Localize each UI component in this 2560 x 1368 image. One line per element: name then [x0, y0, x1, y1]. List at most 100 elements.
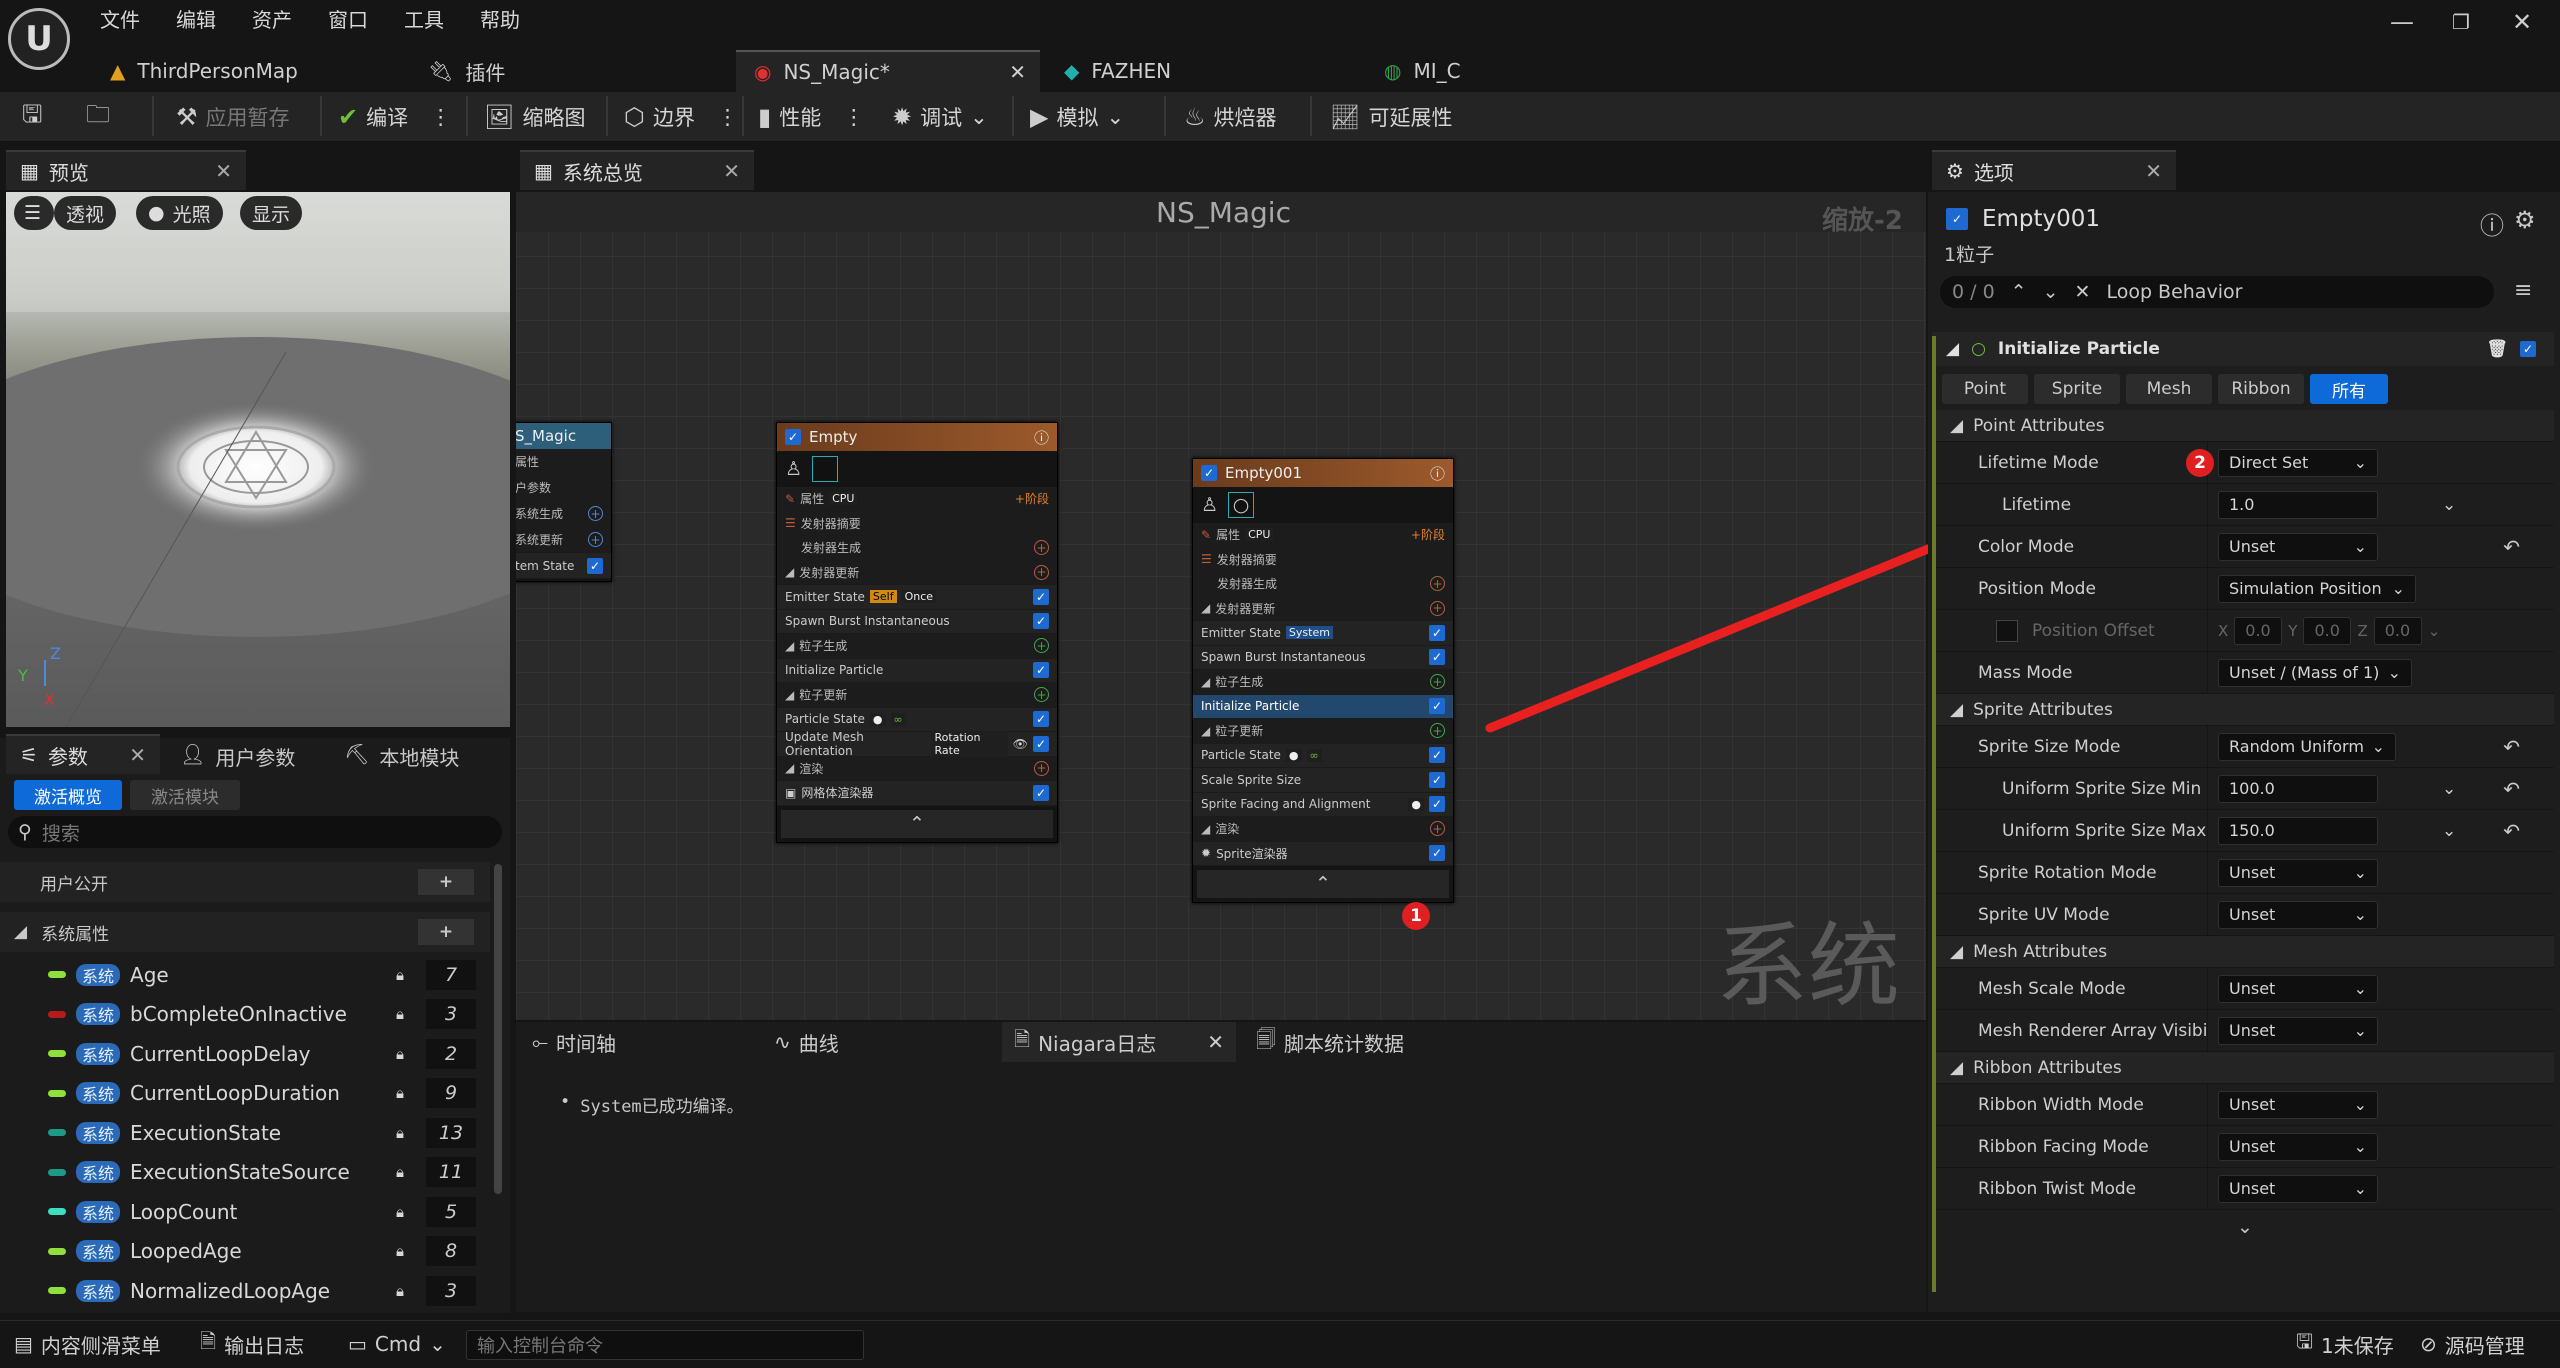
lifetime-input[interactable]: 1.0 [2218, 490, 2378, 519]
filter-active-modules[interactable]: 激活模块 [130, 780, 240, 810]
param-row[interactable]: 系统 Age 🔒︎ 7 [0, 955, 490, 995]
module-row[interactable]: 网格体渲染器 [801, 784, 873, 801]
clear-search-icon[interactable]: ✕ [2075, 281, 2091, 303]
module-row[interactable]: Particle State [1201, 748, 1281, 762]
param-row[interactable]: 系统 CurrentLoopDelay 🔒︎ 2 [0, 1034, 490, 1074]
filter-icon[interactable]: ≡ [2514, 278, 2532, 303]
restore-icon[interactable]: ❐ [2452, 10, 2470, 34]
emitter-node-empty[interactable]: ✓ Empty ⓘ ♙ ✎ 属性 CPU +阶段 ☰ 发射器摘要 发射器生成 + ◢ 发射器更新… [776, 422, 1058, 843]
sprite-uv-dropdown[interactable]: Unset ⌄ [2218, 900, 2378, 929]
chevron-down-icon[interactable]: ⌄ [2442, 821, 2456, 841]
collapse-node-button[interactable]: ⌃ [781, 809, 1053, 838]
gear-icon[interactable]: ⚙︎ [2514, 206, 2536, 234]
output-log-button[interactable]: 🗎︎ 输出日志 [200, 1328, 304, 1360]
simulate-button[interactable]: ▶ 模拟 ⌄ [1030, 98, 1124, 136]
enable-checkbox[interactable]: ✓ [785, 429, 801, 445]
mass-mode-dropdown[interactable]: Unset / (Mass of 1) ⌄ [2218, 658, 2412, 687]
offset-x-input[interactable]: 0.0 [2234, 616, 2283, 645]
add-module-icon[interactable]: + [1034, 540, 1049, 556]
preview-viewport[interactable] [6, 192, 510, 727]
eye-icon[interactable]: 👁︎ [1013, 737, 1028, 751]
baker-button[interactable]: ♨ 烘焙器 [1184, 98, 1277, 136]
tab-local-modules[interactable]: ⛏︎ 本地模块 [344, 742, 459, 771]
enable-checkbox[interactable]: ✓ [1033, 613, 1049, 630]
chevron-down-icon[interactable]: ⌄ [2442, 779, 2456, 799]
enable-checkbox[interactable]: ✓ [1429, 845, 1445, 862]
module-row[interactable]: Sprite渲染器 [1216, 845, 1288, 862]
param-row[interactable]: 系统 NormalizedLoopAge 🔒︎ 3 [0, 1271, 490, 1311]
collapse-node-button[interactable]: ⌃ [1197, 870, 1449, 898]
perf-button[interactable]: ▮ 性能 ⋮ [758, 98, 864, 136]
lit-button[interactable]: ● 光照 [136, 196, 223, 230]
apply-button[interactable]: ⚒ 应用暂存 [176, 98, 290, 136]
debug-button[interactable]: ✹ 调试 ⌄ [892, 98, 988, 136]
module-row[interactable]: Emitter State [785, 590, 865, 604]
details-search[interactable]: 0 / 0 ⌃ ⌄ ✕ Loop Behavior [1940, 276, 2494, 308]
tab-preview[interactable]: ▦ 预览 ✕ [6, 150, 246, 190]
color-mode-dropdown[interactable]: Unset ⌄ [2218, 532, 2378, 561]
add-module-icon[interactable]: + [588, 506, 603, 521]
sprite-rotation-dropdown[interactable]: Unset ⌄ [2218, 858, 2378, 887]
enable-checkbox[interactable]: ✓ [587, 557, 603, 574]
minimize-icon[interactable]: — [2390, 8, 2414, 36]
add-module-icon[interactable]: + [1034, 638, 1049, 654]
category-sprite[interactable]: ◢ Sprite Attributes [1936, 694, 2554, 726]
position-mode-dropdown[interactable]: Simulation Position ⌄ [2218, 574, 2416, 603]
reset-icon[interactable]: ↶ [2503, 535, 2520, 559]
mesh-scale-dropdown[interactable]: Unset ⌄ [2218, 974, 2378, 1003]
trash-icon[interactable]: 🗑︎ [2486, 339, 2508, 359]
param-row[interactable]: 系统 CurrentLoopDuration 🔒︎ 9 [0, 1074, 490, 1114]
module-header[interactable]: ◢ ○ Initialize Particle 🗑︎ ✓ [1932, 332, 2554, 366]
enable-checkbox[interactable]: ✓ [1033, 588, 1049, 605]
unreal-logo[interactable]: U [8, 8, 70, 70]
offset-y-input[interactable]: 0.0 [2303, 616, 2352, 645]
chevron-down-icon[interactable]: ⌄ [2442, 495, 2456, 515]
category-mesh[interactable]: ◢ Mesh Attributes [1936, 936, 2554, 968]
add-button[interactable]: + [418, 869, 474, 895]
module-row[interactable]: Update Mesh Orientation [785, 730, 926, 758]
add-module-icon[interactable]: + [1034, 564, 1049, 580]
browse-button[interactable]: 🗀︎ [86, 98, 110, 136]
module-row[interactable]: Spawn Burst Instantaneous [785, 614, 950, 628]
more-options-icon[interactable]: ⋮ [717, 105, 738, 129]
system-attributes-section[interactable]: ◢ 系统属性 + [0, 912, 490, 952]
stage-button[interactable]: +阶段 [1411, 526, 1445, 543]
menu-help[interactable]: 帮助 [480, 4, 520, 33]
viewport-menu-button[interactable]: ☰ [14, 196, 54, 230]
tab-ns-magic[interactable]: ◉ NS_Magic* ✕ [736, 50, 1040, 92]
user-public-section[interactable]: 用户公开 + [0, 862, 490, 902]
tab-fazhen[interactable]: ◆ FAZHEN [1046, 50, 1366, 92]
module-row[interactable]: Initialize Particle [785, 663, 883, 677]
param-row[interactable]: 系统 ExecutionState 🔒︎ 13 [0, 1113, 490, 1153]
perspective-button[interactable]: 透视 [54, 196, 117, 230]
lifetime-mode-dropdown[interactable]: Direct Set ⌄ [2218, 448, 2378, 477]
menu-window[interactable]: 窗口 [328, 4, 368, 33]
unsaved-button[interactable]: 🖫︎ 1未保存 [2296, 1328, 2394, 1360]
param-row[interactable]: 系统 bCompleteOnInactive 🔒︎ 3 [0, 995, 490, 1035]
content-drawer-button[interactable]: ▤ 内容侧滑菜单 [14, 1328, 161, 1360]
filter-ribbon[interactable]: Ribbon [2218, 374, 2304, 404]
filter-mesh[interactable]: Mesh [2126, 374, 2212, 404]
console-input[interactable]: 输入控制台命令 [466, 1330, 864, 1360]
system-node[interactable]: S_Magic 属性 户参数 系统生成 + 系统更新 + tem State ✓ [516, 422, 612, 582]
menu-edit[interactable]: 编辑 [176, 4, 216, 33]
info-icon[interactable]: ⓘ [2480, 206, 2504, 241]
info-icon[interactable]: ⓘ [1430, 463, 1445, 484]
enable-checkbox[interactable]: ✓ [1429, 649, 1445, 666]
tab-curves[interactable]: ∿ 曲线 [762, 1022, 851, 1062]
module-row[interactable]: Particle State [785, 712, 865, 726]
filter-point[interactable]: Point [1942, 374, 2028, 404]
menu-file[interactable]: 文件 [100, 4, 140, 33]
save-button[interactable]: 🖫︎ [22, 98, 42, 136]
param-row[interactable]: 系统 ExecutionStateSource 🔒︎ 11 [0, 1153, 490, 1193]
tab-thirdpersonmap[interactable]: ▲ ThirdPersonMap [92, 50, 392, 92]
enable-checkbox[interactable]: ✓ [1033, 662, 1049, 679]
chevron-up-icon[interactable]: ⌃ [2011, 281, 2027, 303]
compile-button[interactable]: ✔︎ 编译 ⋮ [338, 98, 451, 136]
add-module-icon[interactable]: + [1430, 821, 1445, 837]
param-row[interactable]: 系统 LoopedAge 🔒︎ 8 [0, 1232, 490, 1272]
enable-checkbox[interactable]: ✓ [1429, 624, 1445, 641]
tab-user-parameters[interactable]: 👤︎ 用户参数 [180, 742, 295, 771]
search-input[interactable]: 搜索 [42, 819, 80, 846]
enable-checkbox[interactable]: ✓ [1033, 735, 1049, 752]
